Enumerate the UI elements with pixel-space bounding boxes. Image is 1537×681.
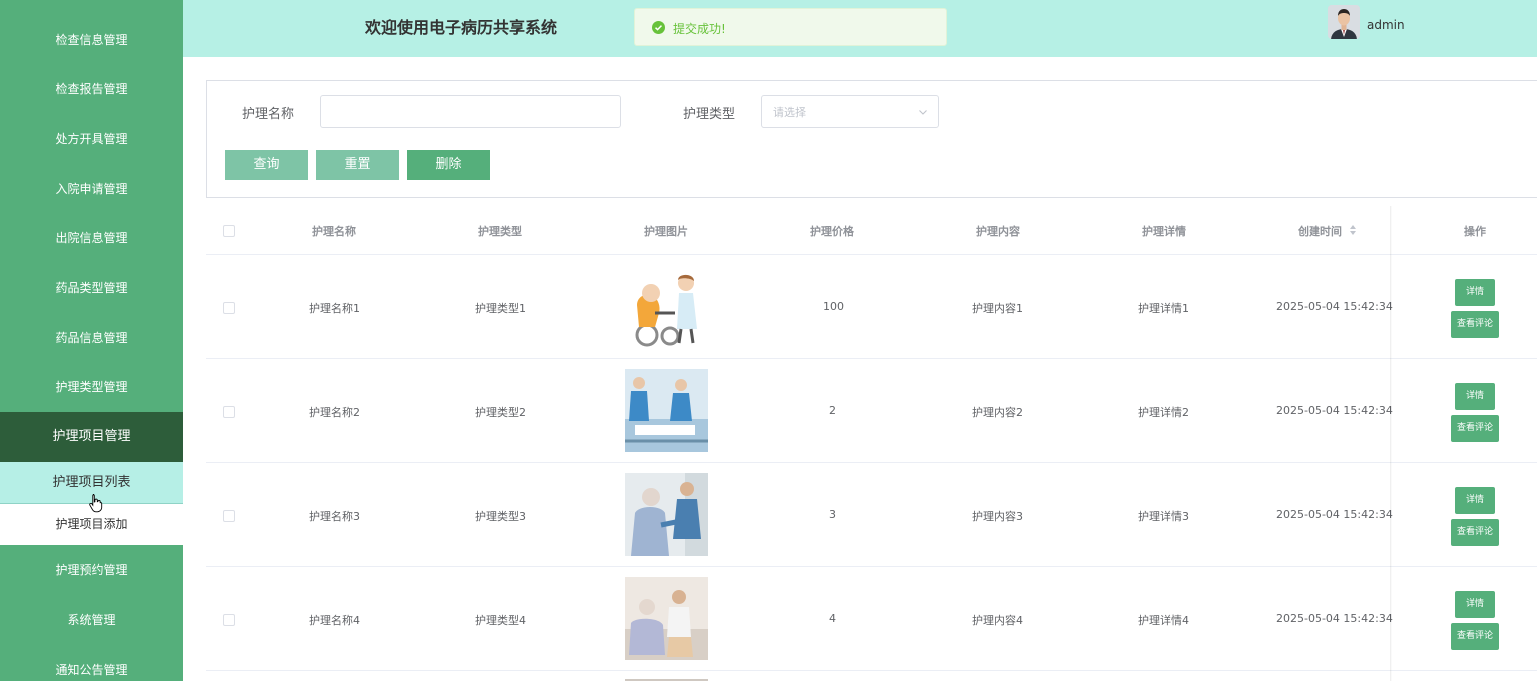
type-select-placeholder: 请选择 <box>773 106 806 119</box>
header-image: 护理图片 <box>644 225 688 238</box>
sidebar-item-drug-info[interactable]: 药品信息管理 <box>0 313 183 363</box>
cell-type: 护理类型4 <box>475 614 526 627</box>
cell-detail: 护理详情2 <box>1138 406 1189 419</box>
row-checkbox[interactable] <box>223 406 235 418</box>
view-comments-button[interactable]: 查看评论 <box>1451 623 1499 650</box>
sidebar-item-nursing-project[interactable]: 护理项目管理 <box>0 412 183 462</box>
sidebar: 检查信息管理 检查报告管理 处方开具管理 入院申请管理 出院信息管理 药品类型管… <box>0 0 183 681</box>
cell-price: 100 <box>823 300 844 313</box>
table-row: 护理名称4 护理类型4 4 护理内容4 护理详情4 2025-05-04 15:… <box>206 567 1537 671</box>
cell-type: 护理类型3 <box>475 510 526 523</box>
name-label: 护理名称 <box>242 107 295 122</box>
query-button[interactable]: 查询 <box>225 150 308 180</box>
site-title: 欢迎使用电子病历共享系统 <box>365 18 558 37</box>
top-header: 欢迎使用电子病历共享系统 提交成功! admin <box>183 0 1537 57</box>
toast-message: 提交成功! <box>673 22 726 36</box>
delete-button[interactable]: 删除 <box>407 150 490 180</box>
cell-content: 护理内容1 <box>972 302 1023 315</box>
table-header: 护理名称 护理类型 护理图片 护理价格 护理内容 护理详情 创建时间 操作 <box>206 206 1537 255</box>
header-name: 护理名称 <box>312 225 356 238</box>
sidebar-item-exam-info[interactable]: 检查信息管理 <box>0 15 183 65</box>
sort-icon[interactable] <box>1349 224 1357 236</box>
table-row: 护理名称2 护理类型2 2 护理内容2 护理详情2 2025-05-04 15:… <box>206 359 1537 463</box>
header-content: 护理内容 <box>976 225 1020 238</box>
sidebar-item-prescription[interactable]: 处方开具管理 <box>0 114 183 164</box>
check-circle-icon <box>652 21 665 34</box>
nursing-type-select[interactable]: 请选择 <box>761 95 939 128</box>
cell-name: 护理名称4 <box>309 614 360 627</box>
view-comments-button[interactable]: 查看评论 <box>1451 415 1499 442</box>
cell-created: 2025-05-04 15:42:34 <box>1276 612 1393 625</box>
select-all-checkbox[interactable] <box>223 225 235 237</box>
sidebar-item-nursing-type[interactable]: 护理类型管理 <box>0 362 183 412</box>
cell-image <box>625 265 708 348</box>
sidebar-item-drug-type[interactable]: 药品类型管理 <box>0 263 183 313</box>
header-created[interactable]: 创建时间 <box>1298 223 1342 239</box>
detail-button[interactable]: 详情 <box>1455 487 1495 514</box>
row-checkbox[interactable] <box>223 302 235 314</box>
table-row: 护理名称1 护理类型1 100 护理内容1 护理详情1 2025-05-04 1… <box>206 255 1537 359</box>
sidebar-item-system[interactable]: 系统管理 <box>0 595 183 645</box>
nursing-table: 护理名称 护理类型 护理图片 护理价格 护理内容 护理详情 创建时间 操作 护理… <box>206 206 1537 681</box>
success-toast: 提交成功! <box>634 8 947 46</box>
cell-image <box>625 369 708 452</box>
cell-detail: 护理详情4 <box>1138 614 1189 627</box>
sidebar-item-nursing-booking[interactable]: 护理预约管理 <box>0 545 183 595</box>
cell-type: 护理类型1 <box>475 302 526 315</box>
header-detail: 护理详情 <box>1142 225 1186 238</box>
nursing-name-input[interactable] <box>320 95 621 128</box>
avatar[interactable] <box>1328 5 1360 39</box>
search-panel: 护理名称 护理类型 请选择 查询 重置 删除 <box>206 80 1537 198</box>
cell-name: 护理名称3 <box>309 510 360 523</box>
hand-cursor-icon <box>89 494 103 513</box>
cell-detail: 护理详情1 <box>1138 302 1189 315</box>
table-row: 护理名称3 护理类型3 3 护理内容3 护理详情3 2025-05-04 15:… <box>206 463 1537 567</box>
cell-content: 护理内容3 <box>972 510 1023 523</box>
cell-created: 2025-05-04 15:42:34 <box>1276 300 1393 313</box>
cell-created: 2025-05-04 15:42:34 <box>1276 508 1393 521</box>
row-checkbox[interactable] <box>223 510 235 522</box>
cell-type: 护理类型2 <box>475 406 526 419</box>
header-ops: 操作 <box>1464 225 1486 238</box>
chevron-down-icon <box>919 110 927 115</box>
detail-button[interactable]: 详情 <box>1455 383 1495 410</box>
cell-name: 护理名称2 <box>309 406 360 419</box>
cell-name: 护理名称1 <box>309 302 360 315</box>
cell-content: 护理内容2 <box>972 406 1023 419</box>
detail-button[interactable]: 详情 <box>1455 279 1495 306</box>
detail-button[interactable]: 详情 <box>1455 591 1495 618</box>
view-comments-button[interactable]: 查看评论 <box>1451 311 1499 338</box>
username: admin <box>1367 18 1405 32</box>
sidebar-item-admission[interactable]: 入院申请管理 <box>0 164 183 214</box>
sidebar-item-discharge[interactable]: 出院信息管理 <box>0 213 183 263</box>
cell-price: 3 <box>829 508 836 521</box>
cell-created: 2025-05-04 15:42:34 <box>1276 404 1393 417</box>
sidebar-item-exam-report[interactable]: 检查报告管理 <box>0 64 183 114</box>
header-price: 护理价格 <box>810 225 854 238</box>
cell-price: 4 <box>829 612 836 625</box>
fixed-column-shadow <box>1390 206 1392 681</box>
cell-price: 2 <box>829 404 836 417</box>
cell-detail: 护理详情3 <box>1138 510 1189 523</box>
sidebar-item-notice[interactable]: 通知公告管理 <box>0 645 183 681</box>
reset-button[interactable]: 重置 <box>316 150 399 180</box>
cell-content: 护理内容4 <box>972 614 1023 627</box>
view-comments-button[interactable]: 查看评论 <box>1451 519 1499 546</box>
cell-image <box>625 577 708 660</box>
type-label: 护理类型 <box>683 107 736 122</box>
cell-image <box>625 473 708 556</box>
row-checkbox[interactable] <box>223 614 235 626</box>
header-type: 护理类型 <box>478 225 522 238</box>
